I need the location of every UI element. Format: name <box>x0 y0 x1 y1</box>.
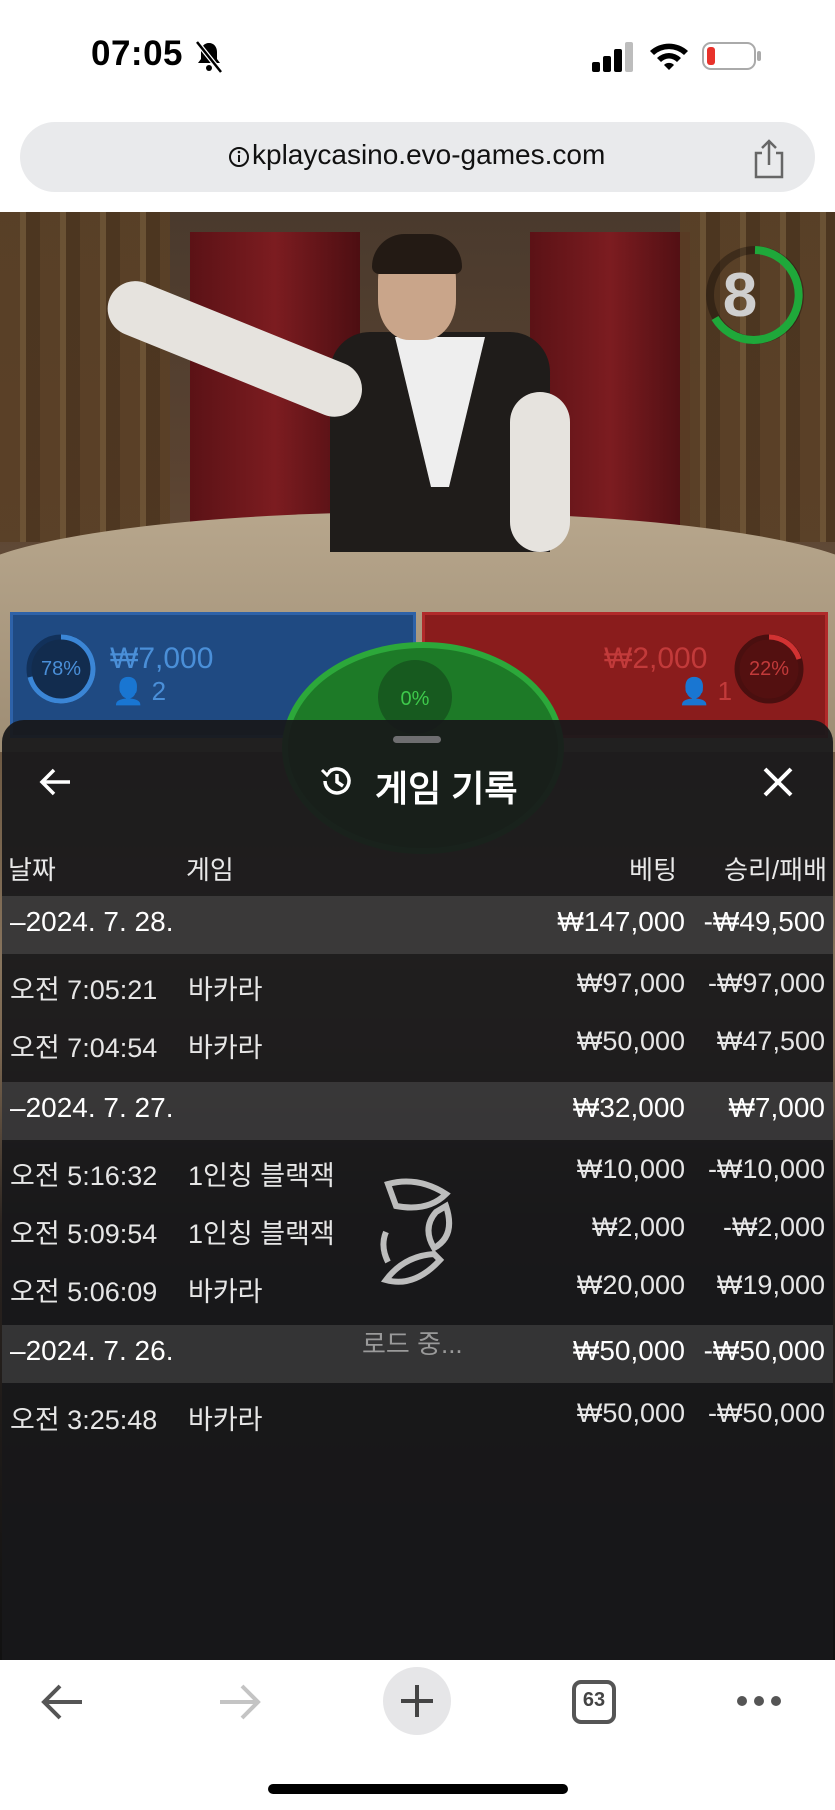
banker-bettor-count: 👤 1 <box>678 676 732 707</box>
back-arrow-icon[interactable] <box>38 764 74 800</box>
row-game: 바카라 <box>188 1405 263 1435</box>
row-game: 1인칭 블랙잭 <box>188 1219 335 1249</box>
history-row[interactable]: 오전 7:05:21 바카라 ₩97,000 -₩97,000 <box>2 958 833 1016</box>
user-icon: 👤 <box>678 676 711 706</box>
home-indicator[interactable] <box>268 1784 568 1794</box>
panel-title: 게임 기록 <box>375 768 518 809</box>
cellular-signal-icon <box>592 42 633 72</box>
dealer-arm <box>510 392 570 552</box>
plus-icon <box>401 1685 433 1717</box>
banker-total-bet: ₩2,000 <box>604 642 708 675</box>
row-time: 오전 5:06:09 <box>10 1277 158 1307</box>
countdown-timer: 8 <box>722 261 758 330</box>
bell-muted-icon <box>195 40 223 74</box>
new-tab-button[interactable] <box>383 1667 451 1735</box>
tie-percent: 0% <box>400 688 430 710</box>
group-date: –2024. 7. 28. <box>10 906 174 937</box>
column-header-date: 날짜 <box>8 855 56 885</box>
dealer-hair <box>372 234 462 274</box>
row-result: -₩2,000 <box>722 1212 825 1242</box>
status-time: 07:05 <box>91 34 184 73</box>
background-decor <box>0 212 170 542</box>
browser-back-icon[interactable] <box>40 1682 86 1722</box>
wifi-icon <box>650 43 688 70</box>
row-time: 오전 3:25:48 <box>10 1405 158 1435</box>
row-game: 바카라 <box>188 975 263 1005</box>
history-icon <box>320 767 351 795</box>
group-bet-total: ₩50,000 <box>572 1335 685 1366</box>
player-percent: 78% <box>40 658 82 680</box>
row-bet: ₩97,000 <box>576 968 685 998</box>
row-result: -₩50,000 <box>707 1398 825 1428</box>
row-time: 오전 5:09:54 <box>10 1219 158 1249</box>
player-bettor-count: 👤 2 <box>112 676 166 707</box>
history-row[interactable]: 오전 7:04:54 바카라 ₩50,000 ₩47,500 <box>2 1016 833 1074</box>
column-header-game: 게임 <box>186 855 234 885</box>
group-result-total: -₩49,500 <box>703 906 825 937</box>
history-row[interactable]: 오전 3:25:48 바카라 ₩50,000 -₩50,000 <box>2 1388 833 1446</box>
group-bet-total: ₩147,000 <box>557 906 685 937</box>
battery-low-icon <box>702 42 761 70</box>
drag-handle[interactable] <box>393 736 441 743</box>
close-icon[interactable] <box>760 764 796 800</box>
row-bet: ₩10,000 <box>576 1154 685 1184</box>
url-text[interactable]: kplaycasino.evo-games.com <box>252 139 605 171</box>
row-time: 오전 7:05:21 <box>10 975 158 1005</box>
loading-text: 로드 중... <box>362 1329 463 1359</box>
browser-forward-icon[interactable] <box>216 1682 262 1722</box>
row-game: 1인칭 블랙잭 <box>188 1161 335 1191</box>
status-bar: 07:05 <box>0 0 835 115</box>
banker-percent: 22% <box>748 658 790 680</box>
column-header-result: 승리/패배 <box>724 855 827 885</box>
group-date: –2024. 7. 26. <box>10 1335 174 1366</box>
row-game: 바카라 <box>188 1277 263 1307</box>
player-total-bet: ₩7,000 <box>110 642 214 675</box>
user-icon: 👤 <box>112 676 145 706</box>
row-bet: ₩50,000 <box>576 1026 685 1056</box>
row-bet: ₩50,000 <box>576 1398 685 1428</box>
row-time: 오전 5:16:32 <box>10 1161 158 1191</box>
banker-count-value: 1 <box>717 676 733 706</box>
date-group-row[interactable]: –2024. 7. 28. ₩147,000 -₩49,500 <box>2 896 833 954</box>
row-result: ₩47,500 <box>716 1026 825 1056</box>
column-header-bet: 베팅 <box>629 855 677 885</box>
group-bet-total: ₩32,000 <box>572 1092 685 1123</box>
row-bet: ₩20,000 <box>576 1270 685 1300</box>
share-icon[interactable] <box>752 139 786 179</box>
row-result: -₩10,000 <box>707 1154 825 1184</box>
tab-count: 63 <box>582 1689 606 1711</box>
row-result: -₩97,000 <box>707 968 825 998</box>
more-icon[interactable] <box>736 1694 782 1708</box>
row-result: ₩19,000 <box>716 1270 825 1300</box>
date-group-row[interactable]: –2024. 7. 27. ₩32,000 ₩7,000 <box>2 1082 833 1140</box>
group-date: –2024. 7. 27. <box>10 1092 174 1123</box>
row-time: 오전 7:04:54 <box>10 1033 158 1063</box>
player-count-value: 2 <box>151 676 167 706</box>
group-result-total: ₩7,000 <box>728 1092 826 1123</box>
row-game: 바카라 <box>188 1033 263 1063</box>
loading-spinner-icon <box>380 1178 452 1285</box>
info-icon[interactable] <box>228 146 250 168</box>
row-bet: ₩2,000 <box>591 1212 685 1242</box>
group-result-total: -₩50,000 <box>703 1335 825 1366</box>
